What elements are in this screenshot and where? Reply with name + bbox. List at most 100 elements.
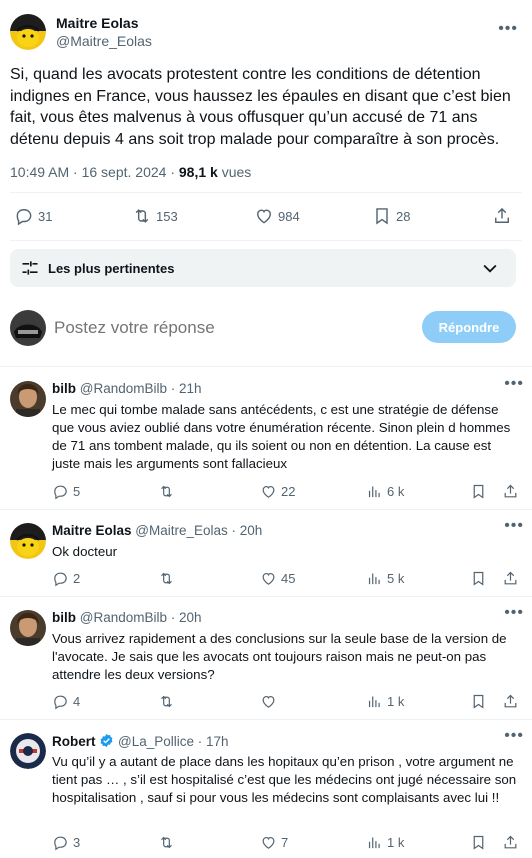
- reply-tweet[interactable]: Robert @La_Pollice · 17h ••• Vu qu’il y …: [0, 727, 532, 858]
- share-button[interactable]: [502, 693, 519, 710]
- repost-button[interactable]: [158, 570, 179, 587]
- share-icon: [492, 206, 512, 226]
- bookmark-button[interactable]: [470, 483, 487, 500]
- like-button[interactable]: 22: [260, 483, 295, 500]
- views-count: 5 k: [387, 571, 405, 586]
- tweet-actions: 31 153 984 28: [14, 206, 514, 230]
- views-button[interactable]: 6 k: [366, 483, 404, 500]
- author-name[interactable]: Maitre Eolas: [56, 14, 152, 32]
- repost-button[interactable]: [158, 834, 179, 851]
- more-options-icon[interactable]: •••: [498, 20, 518, 38]
- author-name[interactable]: bilb: [52, 381, 76, 396]
- share-icon: [502, 693, 519, 710]
- avatar[interactable]: [10, 14, 46, 50]
- reply-input[interactable]: [54, 318, 394, 338]
- tweet-timestamp[interactable]: 10:49 AM · 16 sept. 2024 ·: [10, 164, 179, 180]
- reply-button[interactable]: 4: [52, 693, 80, 710]
- reply-text: Vu qu’il y a autant de place dans les ho…: [52, 754, 517, 805]
- submit-reply-button[interactable]: Répondre: [422, 311, 516, 343]
- reply-actions: 5 22 6 k: [52, 483, 518, 503]
- reply-button[interactable]: 31: [14, 206, 52, 226]
- heart-icon: [260, 570, 277, 587]
- like-button[interactable]: [260, 693, 281, 710]
- reply-time[interactable]: · 17h: [194, 734, 229, 749]
- reply-time[interactable]: · 21h: [167, 381, 202, 396]
- reply-icon: [52, 483, 69, 500]
- like-button[interactable]: 7: [260, 834, 288, 851]
- sliders-icon: [22, 261, 38, 275]
- divider: [0, 719, 532, 720]
- reply-count: 5: [73, 484, 81, 499]
- views-count: 1 k: [387, 835, 405, 850]
- avatar[interactable]: [10, 610, 46, 646]
- author-handle[interactable]: @RandomBilb: [80, 610, 167, 625]
- more-options-icon[interactable]: •••: [504, 517, 524, 535]
- like-count: 7: [281, 835, 289, 850]
- avatar-image-bilb: [10, 610, 46, 646]
- like-count: 45: [281, 571, 296, 586]
- more-options-icon[interactable]: •••: [504, 727, 524, 745]
- repost-icon: [158, 483, 175, 500]
- main-tweet-author[interactable]: Maitre Eolas @Maitre_Eolas •••: [10, 14, 522, 50]
- divider: [10, 192, 522, 193]
- views-button[interactable]: 1 k: [366, 693, 404, 710]
- author-handle[interactable]: @La_Pollice: [118, 734, 194, 749]
- reply-time[interactable]: · 20h: [167, 610, 202, 625]
- views-label: vues: [217, 164, 252, 180]
- share-button[interactable]: [502, 483, 519, 500]
- reply-button[interactable]: 2: [52, 570, 80, 587]
- divider: [0, 509, 532, 510]
- bookmark-button[interactable]: [470, 834, 487, 851]
- author-handle[interactable]: @Maitre_Eolas: [135, 523, 228, 538]
- share-icon: [502, 483, 519, 500]
- share-button[interactable]: [502, 834, 519, 851]
- avatar[interactable]: [10, 523, 46, 559]
- views-icon: [366, 483, 383, 500]
- reply-tweet[interactable]: bilb @RandomBilb · 21h ••• Le mec qui to…: [0, 375, 532, 509]
- divider: [0, 366, 532, 367]
- bookmark-button[interactable]: [470, 570, 487, 587]
- repost-button[interactable]: [158, 483, 179, 500]
- avatar-image-robert: [10, 733, 46, 769]
- bookmark-button[interactable]: 28: [372, 206, 410, 226]
- bookmark-icon: [470, 483, 487, 500]
- like-button[interactable]: 984: [254, 206, 300, 226]
- repost-count: 153: [156, 208, 178, 224]
- views-count: 98,1 k: [178, 164, 218, 180]
- views-count: 1 k: [387, 694, 405, 709]
- avatar[interactable]: [10, 381, 46, 417]
- share-button[interactable]: [502, 570, 519, 587]
- reply-time[interactable]: · 20h: [228, 523, 263, 538]
- author-name[interactable]: Robert: [52, 734, 96, 749]
- like-count: 984: [278, 208, 300, 224]
- reply-button[interactable]: 3: [52, 834, 80, 851]
- author-handle[interactable]: @Maitre_Eolas: [56, 32, 152, 50]
- views-button[interactable]: 5 k: [366, 570, 404, 587]
- reply-button[interactable]: 5: [52, 483, 80, 500]
- reply-tweet[interactable]: bilb @RandomBilb · 20h ••• Vous arrivez …: [0, 604, 532, 720]
- views-button[interactable]: 1 k: [366, 834, 404, 851]
- reply-text: Vous arrivez rapidement a des conclusion…: [52, 631, 507, 682]
- author-handle[interactable]: @RandomBilb: [80, 381, 167, 396]
- share-icon: [502, 570, 519, 587]
- heart-icon: [260, 483, 277, 500]
- author-name[interactable]: bilb: [52, 610, 76, 625]
- reply-tweet[interactable]: Maitre Eolas @Maitre_Eolas · 20h ••• Ok …: [0, 517, 532, 601]
- bookmark-button[interactable]: [470, 693, 487, 710]
- avatar[interactable]: [10, 310, 46, 346]
- views-count: 6 k: [387, 484, 405, 499]
- heart-icon: [254, 206, 274, 226]
- author-name[interactable]: Maitre Eolas: [52, 523, 132, 538]
- divider: [0, 596, 532, 597]
- reply-count: 4: [73, 694, 81, 709]
- share-button[interactable]: [492, 206, 512, 226]
- repost-button[interactable]: 153: [132, 206, 178, 226]
- views-icon: [366, 834, 383, 851]
- avatar[interactable]: [10, 733, 46, 769]
- more-options-icon[interactable]: •••: [504, 604, 524, 622]
- like-button[interactable]: 45: [260, 570, 295, 587]
- repost-button[interactable]: [158, 693, 179, 710]
- more-options-icon[interactable]: •••: [504, 375, 524, 393]
- reply-count: 2: [73, 571, 81, 586]
- reply-sort-dropdown[interactable]: Les plus pertinentes: [10, 249, 516, 287]
